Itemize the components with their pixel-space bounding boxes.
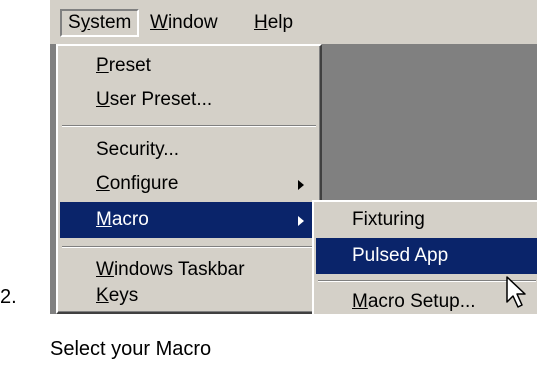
menu-system-accel: y <box>80 12 91 33</box>
security-label: Security... <box>96 139 180 160</box>
macro-setup-post: acro Setup... <box>367 291 476 312</box>
menu-separator <box>62 246 316 248</box>
application-window: System Window Help Preset User Preset...… <box>50 0 537 314</box>
submenu-item-pulsed-app[interactable]: Pulsed App <box>316 238 537 274</box>
pulsed-app-label: Pulsed App <box>352 245 449 266</box>
menu-item-configure[interactable]: Configure <box>60 166 318 202</box>
configure-post: onfigure <box>109 173 179 194</box>
system-menu: Preset User Preset... Security... Config… <box>56 44 322 314</box>
submenu-arrow-icon <box>298 180 304 190</box>
menu-separator <box>62 125 316 127</box>
keys-accel: K <box>96 285 109 306</box>
fixturing-label: Fixturing <box>352 209 425 230</box>
menu-item-preset[interactable]: Preset <box>60 48 318 84</box>
macro-submenu: Fixturing Pulsed App Macro Setup... <box>312 200 537 314</box>
instruction-caption: Select your Macro <box>50 338 212 360</box>
menu-separator <box>318 280 536 282</box>
keys-post: eys <box>108 285 139 306</box>
macro-accel: M <box>96 209 112 230</box>
user-preset-accel: U <box>96 89 110 110</box>
menu-window-accel: W <box>150 12 168 33</box>
macro-post: acro <box>111 209 149 230</box>
taskbar-accel: W <box>96 259 114 280</box>
macro-setup-accel: M <box>352 291 368 312</box>
submenu-item-fixturing[interactable]: Fixturing <box>316 202 537 238</box>
preset-post: reset <box>108 55 151 76</box>
user-preset-post: ser Preset... <box>109 89 213 110</box>
menu-help-accel: H <box>254 12 268 33</box>
taskbar-post: indows Taskbar <box>113 259 245 280</box>
menu-window[interactable]: Window <box>144 9 224 37</box>
submenu-arrow-icon <box>298 216 304 226</box>
configure-accel: C <box>96 173 110 194</box>
step-number: 2. <box>0 286 17 308</box>
mouse-pointer-icon <box>506 276 526 308</box>
submenu-item-macro-setup[interactable]: Macro Setup... <box>316 284 537 314</box>
menu-bar: System Window Help <box>50 0 537 44</box>
menu-system[interactable]: System <box>60 9 140 37</box>
menu-item-macro[interactable]: Macro <box>60 202 318 238</box>
menu-help[interactable]: Help <box>248 9 299 37</box>
menu-item-security[interactable]: Security... <box>60 132 318 168</box>
menu-help-post: elp <box>267 12 294 33</box>
preset-accel: P <box>96 55 109 76</box>
menu-item-keys[interactable]: Keys <box>60 278 318 314</box>
menu-window-post: indow <box>167 12 218 33</box>
menu-system-pre: S <box>68 12 81 33</box>
menu-item-user-preset[interactable]: User Preset... <box>60 82 318 118</box>
menu-system-post: stem <box>90 12 132 33</box>
